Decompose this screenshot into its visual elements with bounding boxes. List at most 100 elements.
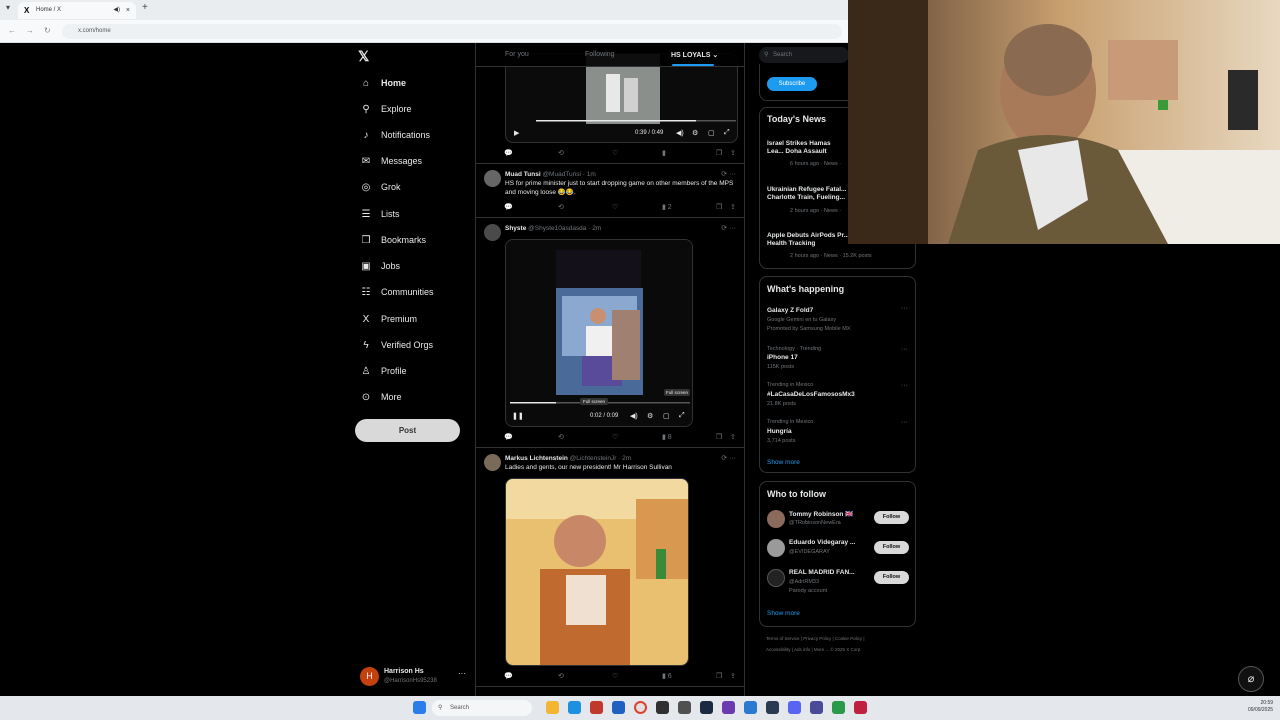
tweet-author[interactable]: Shyste @Shyste10asdasda · 2m (505, 225, 601, 232)
more-dots-icon[interactable]: ··· (901, 382, 908, 389)
browser-tab[interactable]: X Home / X ◀) × (18, 2, 136, 19)
nav-item-explore[interactable]: ⚲ Explore (360, 100, 411, 118)
suggest-name[interactable]: REAL MADRID FAN... (789, 569, 855, 576)
nav-item-notifications[interactable]: ♪ Notifications (360, 126, 431, 144)
share-icon[interactable]: ⇪ (730, 672, 736, 680)
avatar[interactable] (484, 454, 501, 471)
like-icon[interactable]: ♡ (612, 433, 618, 441)
system-clock[interactable]: 20:59 09/09/2025 (1248, 700, 1273, 714)
taskbar-search[interactable]: ⚲ Search (432, 700, 532, 716)
bookmark-icon[interactable]: ❒ (716, 672, 722, 680)
avatar[interactable] (484, 224, 501, 241)
volume-icon[interactable]: ◀) (676, 129, 684, 137)
nav-item-profile[interactable]: ♙ Profile (360, 362, 407, 380)
share-icon[interactable]: ⇪ (730, 433, 736, 441)
more-dots-icon[interactable]: ⟳ ··· (721, 224, 736, 232)
file-explorer-icon[interactable] (546, 701, 559, 714)
nav-item-messages[interactable]: ✉ Messages (360, 152, 422, 170)
bookmark-icon[interactable]: ❒ (716, 203, 722, 211)
edge-icon[interactable] (568, 701, 581, 714)
show-more-link[interactable]: Show more (767, 610, 800, 617)
follow-button[interactable]: Follow (874, 541, 909, 554)
news-headline[interactable]: Israel Strikes Hamas Lea... Doha Assault (767, 140, 847, 156)
timeline[interactable]: For you Following HS LOYALS ⌄ ▶ 0:39 / 0… (475, 43, 745, 696)
views-count[interactable]: ▮ 8 (662, 433, 672, 441)
nav-item-verified-orgs[interactable]: ϟ Verified Orgs (360, 336, 433, 354)
like-icon[interactable]: ♡ (612, 672, 618, 680)
reload-icon[interactable]: ↻ (44, 26, 51, 35)
app-icon[interactable] (766, 701, 779, 714)
nav-item-lists[interactable]: ☰ Lists (360, 205, 400, 223)
avatar[interactable] (767, 539, 785, 557)
video-player[interactable]: Full screen Full screen ❚❚ 0:02 / 0:09 ◀… (505, 239, 693, 427)
avatar[interactable] (767, 569, 785, 587)
discord-icon[interactable] (788, 701, 801, 714)
bookmark-icon[interactable]: ❒ (716, 433, 722, 441)
footer-link[interactable]: Terms of Service (766, 636, 800, 641)
x-logo-icon[interactable]: 𝕏 (358, 48, 369, 65)
suggest-name[interactable]: Eduardo Videgaray ... (789, 539, 855, 546)
more-dots-icon[interactable]: ··· (901, 419, 908, 426)
app-icon[interactable] (832, 701, 845, 714)
speaker-icon[interactable]: ◀) (113, 2, 120, 19)
tweet-author[interactable]: Markus Lichtenstein @LichtensteinJr · 2m (505, 455, 631, 462)
app-icon[interactable] (678, 701, 691, 714)
bookmark-icon[interactable]: ❒ (716, 149, 722, 157)
pip-icon[interactable]: ▢ (663, 412, 670, 420)
like-icon[interactable]: ♡ (612, 203, 618, 211)
windows-start-icon[interactable] (413, 701, 426, 714)
browser-menu-icon[interactable]: ▾ (6, 3, 10, 12)
trend-name[interactable]: Hungría (767, 428, 792, 435)
retweet-icon[interactable]: ⟲ (558, 433, 564, 441)
more-dots-icon[interactable]: ⟳ ··· (721, 170, 736, 178)
settings-icon[interactable]: ⚙ (692, 129, 698, 137)
chrome-icon[interactable] (634, 701, 647, 714)
tab-for-you[interactable]: For you (505, 51, 529, 58)
share-icon[interactable]: ⇪ (730, 203, 736, 211)
more-dots-icon[interactable]: ··· (458, 669, 466, 678)
app-icon[interactable] (810, 701, 823, 714)
reply-icon[interactable]: 💬 (504, 203, 513, 211)
trend-name[interactable]: Galaxy Z Fold7 (767, 307, 813, 314)
views-count[interactable]: ▮ 2 (662, 203, 672, 211)
settings-icon[interactable]: ⚙ (647, 412, 653, 420)
post-button[interactable]: Post (355, 419, 460, 442)
show-more-link[interactable]: Show more (767, 459, 800, 466)
subscribe-button[interactable]: Subscribe (767, 77, 817, 91)
back-icon[interactable]: ← (8, 26, 16, 35)
app-icon[interactable] (656, 701, 669, 714)
suggest-name[interactable]: Tommy Robinson 🇬🇧 (789, 510, 853, 518)
pip-icon[interactable]: ▢ (708, 129, 715, 137)
follow-button[interactable]: Follow (874, 511, 909, 524)
outlook-icon[interactable] (612, 701, 625, 714)
url-field[interactable]: x.com/home (62, 24, 842, 39)
footer-link[interactable]: Ads info (794, 647, 810, 652)
trend-name[interactable]: #LaCasaDeLosFamososMx3 (767, 391, 855, 398)
avatar[interactable] (484, 170, 501, 187)
volume-icon[interactable]: ◀) (630, 412, 638, 420)
steam-icon[interactable] (700, 701, 713, 714)
footer-link[interactable]: More ... (814, 647, 829, 652)
nav-item-premium[interactable]: X Premium (360, 310, 417, 328)
account-switcher[interactable]: H Harrison Hs @HarrisonHs95238 ··· (360, 665, 470, 689)
trend-name[interactable]: iPhone 17 (767, 354, 798, 361)
nav-item-bookmarks[interactable]: ❒ Bookmarks (360, 231, 427, 249)
mcafee-icon[interactable] (590, 701, 603, 714)
close-tab-icon[interactable]: × (126, 2, 130, 19)
nav-item-grok[interactable]: ◎ Grok (360, 178, 401, 196)
nav-item-jobs[interactable]: ▣ Jobs (360, 257, 400, 275)
like-icon[interactable]: ♡ (612, 149, 618, 157)
app-icon[interactable] (744, 701, 757, 714)
app-icon[interactable] (722, 701, 735, 714)
nav-item-communities[interactable]: ☷ Communities (360, 283, 434, 301)
pause-icon[interactable]: ❚❚ (512, 412, 524, 420)
tab-hs-loyals[interactable]: HS LOYALS ⌄ (671, 51, 718, 59)
retweet-icon[interactable]: ⟲ (558, 203, 564, 211)
follow-button[interactable]: Follow (874, 571, 909, 584)
tab-following[interactable]: Following (585, 51, 615, 58)
nav-item-more[interactable]: ⊙ More (360, 388, 402, 406)
tweet-author[interactable]: Muad Tunsi @MuadTunsi · 1m (505, 171, 596, 178)
reply-icon[interactable]: 💬 (504, 149, 513, 157)
forward-icon[interactable]: → (26, 26, 34, 35)
search-input[interactable]: ⚲ Search (759, 47, 849, 63)
